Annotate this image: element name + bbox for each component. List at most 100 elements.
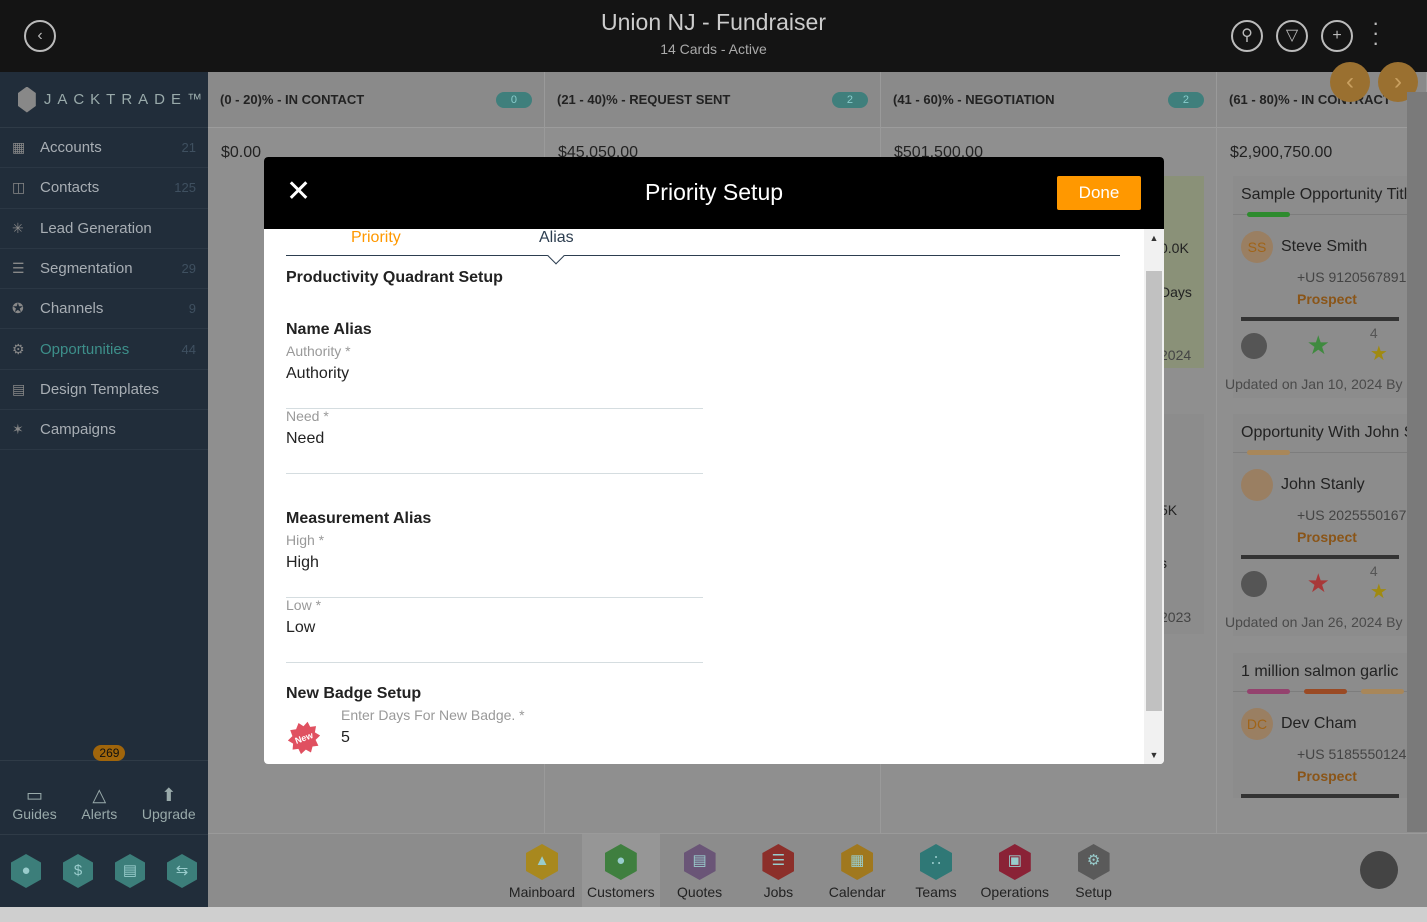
field-value[interactable]: 5	[341, 729, 703, 747]
column-title: (21 - 40)% - REQUEST SENT	[557, 92, 731, 107]
contact-phone: +US 9120567891	[1297, 269, 1407, 285]
new-badge-days-field[interactable]: Enter Days For New Badge. * 5	[341, 707, 703, 764]
alerts-button[interactable]: 269 △ Alerts	[81, 745, 126, 822]
bottom-nav-label: Teams	[915, 884, 957, 900]
low-field[interactable]: Low * Low	[286, 597, 703, 663]
bottom-nav-label: Operations	[980, 884, 1050, 900]
customers-icon: ●	[604, 844, 637, 880]
sidebar-item-accounts[interactable]: ▦ Accounts 21	[0, 128, 208, 169]
upgrade-label: Upgrade	[141, 806, 196, 822]
tab-bar: Priority Alias	[286, 229, 1120, 265]
user-icon[interactable]: ●	[11, 854, 41, 888]
column-title: (61 - 80)% - IN CONTRACT	[1229, 92, 1391, 107]
tab-alias[interactable]: Alias	[539, 229, 574, 247]
board-scrollbar[interactable]	[1407, 92, 1427, 832]
sidebar-item-count: 44	[181, 341, 196, 357]
field-label: Low *	[286, 597, 322, 613]
bottom-nav-label: Mainboard	[508, 884, 576, 900]
sidebar-item-label: Accounts	[40, 139, 102, 157]
opportunity-card[interactable]: Opportunity With John Stanly John Stanly +…	[1225, 414, 1407, 636]
more-vertical-icon[interactable]: · · ·	[1372, 12, 1379, 54]
priority-bar	[1304, 689, 1347, 694]
bottom-nav-calendar[interactable]: ▦ Calendar	[818, 834, 896, 908]
field-label: Enter Days For New Badge. *	[341, 707, 525, 723]
spark-icon: ✳	[12, 219, 24, 236]
status-label: Prospect	[1297, 291, 1357, 307]
field-label: Authority *	[286, 343, 351, 359]
plus-icon[interactable]: +	[1321, 20, 1353, 52]
contact-name: John Stanly	[1281, 476, 1365, 493]
book-icon: ▭	[26, 785, 44, 805]
bottom-nav-mainboard[interactable]: ▲ Mainboard	[503, 834, 581, 908]
money-icon[interactable]: ▤	[115, 854, 145, 888]
bottom-nav-customers[interactable]: ● Customers	[581, 834, 660, 908]
user-avatar[interactable]	[1360, 851, 1398, 889]
high-field[interactable]: High * High	[286, 532, 703, 598]
status-label: Prospect	[1297, 768, 1357, 784]
priority-setup-modal: ✕ Priority Setup Done Priority Alias Pro…	[264, 157, 1164, 764]
opportunity-card[interactable]: Sample Opportunity Title SS Steve Smith +US…	[1225, 176, 1407, 398]
arrow-up-icon: ⬆	[161, 785, 177, 805]
mainboard-icon: ▲	[526, 844, 558, 880]
sidebar-item-label: Channels	[40, 300, 104, 318]
gear-people-icon: ⚙	[12, 340, 25, 357]
star-icon[interactable]: ★	[1307, 330, 1330, 361]
guides-button[interactable]: ▭ Guides	[12, 785, 56, 822]
done-button[interactable]: Done	[1057, 176, 1141, 210]
dollar-icon[interactable]: $	[63, 854, 93, 888]
filter-icon[interactable]: ▽	[1276, 20, 1308, 52]
sidebar-item-lead-generation[interactable]: ✳ Lead Generation	[0, 209, 208, 249]
board-title: Union NJ - Fundraiser	[601, 9, 826, 35]
column-count-badge: 2	[1167, 91, 1204, 108]
contacts-icon: ◫	[12, 179, 26, 196]
field-value[interactable]: Authority	[286, 365, 703, 383]
alerts-count-badge: 269	[93, 745, 126, 761]
section-title: Productivity Quadrant Setup	[286, 269, 503, 286]
operations-icon: ▣	[998, 844, 1031, 880]
logo-icon	[18, 86, 36, 113]
field-value[interactable]: High	[286, 554, 703, 572]
contact-avatar: DC	[1241, 708, 1273, 740]
sidebar-item-segmentation[interactable]: ☰ Segmentation 29	[0, 249, 208, 290]
top-header: ‹ Union NJ - Fundraiser 14 Cards - Activ…	[0, 0, 1427, 72]
authority-field[interactable]: Authority * Authority	[286, 343, 703, 409]
bottom-nav-setup[interactable]: ⚙ Setup	[1055, 834, 1133, 908]
star-icon[interactable]: ★	[1307, 568, 1330, 599]
search-icon[interactable]: ⚲	[1231, 20, 1263, 52]
tab-priority[interactable]: Priority	[351, 229, 401, 247]
brand-name: JACKTRADE™	[43, 91, 208, 108]
upgrade-button[interactable]: ⬆ Upgrade	[142, 785, 196, 822]
badge-heading: New Badge Setup	[286, 685, 422, 702]
field-value[interactable]: Low	[286, 619, 703, 637]
modal-scrollbar[interactable]: ▲ ▼	[1144, 229, 1164, 764]
field-value[interactable]: Need	[286, 430, 703, 448]
sidebar-item-design-templates[interactable]: ▤ Design Templates	[0, 370, 208, 411]
sidebar-item-campaigns[interactable]: ✶ Campaigns	[0, 410, 208, 451]
bottom-nav: ▲ Mainboard ● Customers ▤ Quotes ☰ Jobs ▦ Calenda…	[208, 833, 1427, 908]
workflow-icon[interactable]: ⇆	[167, 854, 197, 888]
sidebar-item-channels[interactable]: ✪ Channels 9	[0, 289, 208, 330]
bottom-nav-operations[interactable]: ▣ Operations	[976, 834, 1054, 908]
contact-avatar: SS	[1241, 231, 1273, 263]
sidebar-item-contacts[interactable]: ◫ Contacts 125	[0, 168, 208, 209]
bottom-nav-jobs[interactable]: ☰ Jobs	[739, 834, 817, 908]
updated-text: Updated on Jan 10, 2024 By	[1225, 376, 1403, 392]
column-amount: $2,900,750.00	[1230, 144, 1333, 161]
opportunity-card[interactable]: 1 million salmon garlic DC Dev Cham +US 518…	[1233, 653, 1407, 798]
need-field[interactable]: Need * Need	[286, 408, 703, 474]
sidebar-item-opportunities[interactable]: ⚙ Opportunities 44	[0, 329, 208, 370]
network-icon: ✪	[12, 300, 24, 317]
active-tab-indicator	[547, 247, 565, 265]
bottom-nav-teams[interactable]: ∴ Teams	[897, 834, 975, 908]
bell-icon: △	[92, 785, 107, 805]
teams-icon: ∴	[920, 844, 952, 880]
scroll-left-button[interactable]: ‹	[1330, 62, 1370, 102]
owner-avatar	[1241, 332, 1267, 359]
rating-value: 4	[1369, 325, 1378, 341]
sidebar-item-label: Contacts	[40, 179, 100, 197]
bottom-nav-quotes[interactable]: ▤ Quotes	[661, 834, 739, 908]
card-peek: 5Ks2023	[1160, 414, 1204, 634]
setup-icon: ⚙	[1077, 844, 1110, 880]
sidebar-item-count: 29	[181, 261, 196, 277]
card-title: Opportunity With John Stanly	[1233, 414, 1407, 453]
